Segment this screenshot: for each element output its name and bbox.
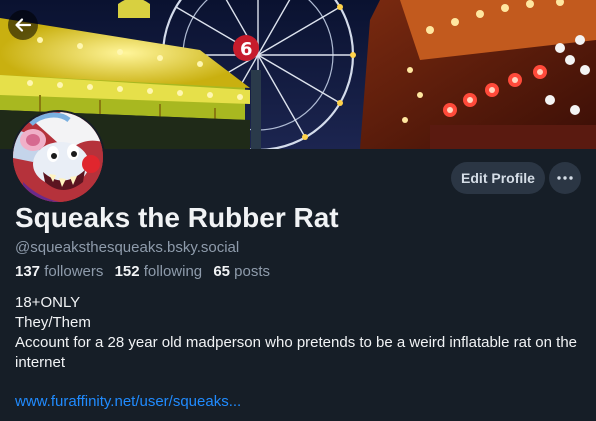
posts-count: 65 <box>213 263 230 280</box>
profile-handle: @squeaksthesqueaks.bsky.social <box>15 239 240 256</box>
posts-stat: 65 posts <box>213 263 277 280</box>
profile-screen: 6 Edit Profile Squeaks the Rubber Rat @s… <box>0 0 596 421</box>
more-horizontal-icon <box>557 176 573 180</box>
following-count: 152 <box>114 263 140 280</box>
back-button[interactable] <box>8 10 38 40</box>
bio-line: 18+ONLY <box>15 294 81 311</box>
bio-link[interactable]: www.furaffinity.net/user/squeaks... <box>15 393 241 410</box>
followers-count: 137 <box>15 263 41 280</box>
avatar-image <box>13 112 103 202</box>
edit-profile-button[interactable]: Edit Profile <box>451 162 545 194</box>
bio-line: They/Them <box>15 314 91 331</box>
more-options-button[interactable] <box>549 162 581 194</box>
posts-label: posts <box>234 263 271 280</box>
following-stat[interactable]: 152 following <box>115 263 214 280</box>
profile-bio: 18+ONLY They/Them Account for a 28 year … <box>15 293 581 373</box>
bio-line: Account for a 28 year old madperson who … <box>15 334 578 371</box>
following-label: following <box>143 263 203 280</box>
avatar[interactable] <box>11 110 105 204</box>
profile-stats: 137 followers 152 following 65 posts <box>15 263 277 280</box>
svg-text:6: 6 <box>240 39 253 60</box>
arrow-left-icon <box>15 18 32 32</box>
followers-stat[interactable]: 137 followers <box>15 263 115 280</box>
followers-label: followers <box>44 263 104 280</box>
display-name: Squeaks the Rubber Rat <box>15 202 339 233</box>
